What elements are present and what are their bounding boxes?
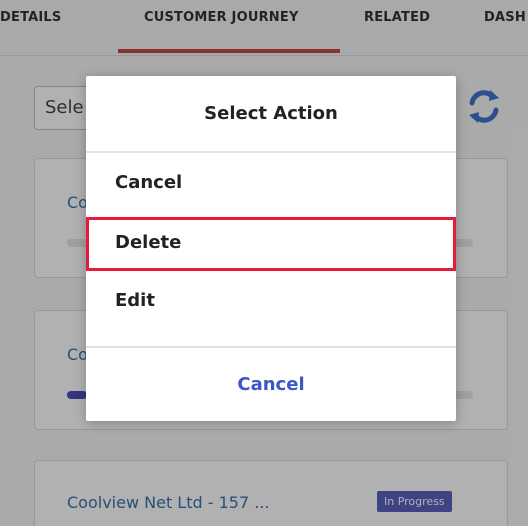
option-label: Edit <box>115 290 155 311</box>
option-edit[interactable]: Edit <box>86 275 456 329</box>
option-label: Cancel <box>115 172 183 193</box>
dialog-title: Select Action <box>204 103 338 124</box>
dialog-divider <box>86 346 456 348</box>
option-cancel[interactable]: Cancel <box>86 157 456 211</box>
select-action-dialog: Select Action Cancel Delete Edit Cancel <box>86 76 456 421</box>
dialog-cancel-button[interactable]: Cancel <box>86 349 456 421</box>
option-label: Delete <box>115 232 182 253</box>
screen: DETAILS CUSTOMER JOURNEY RELATED DASH Se… <box>0 0 528 526</box>
dialog-divider <box>86 151 456 153</box>
option-delete[interactable]: Delete <box>86 217 456 271</box>
